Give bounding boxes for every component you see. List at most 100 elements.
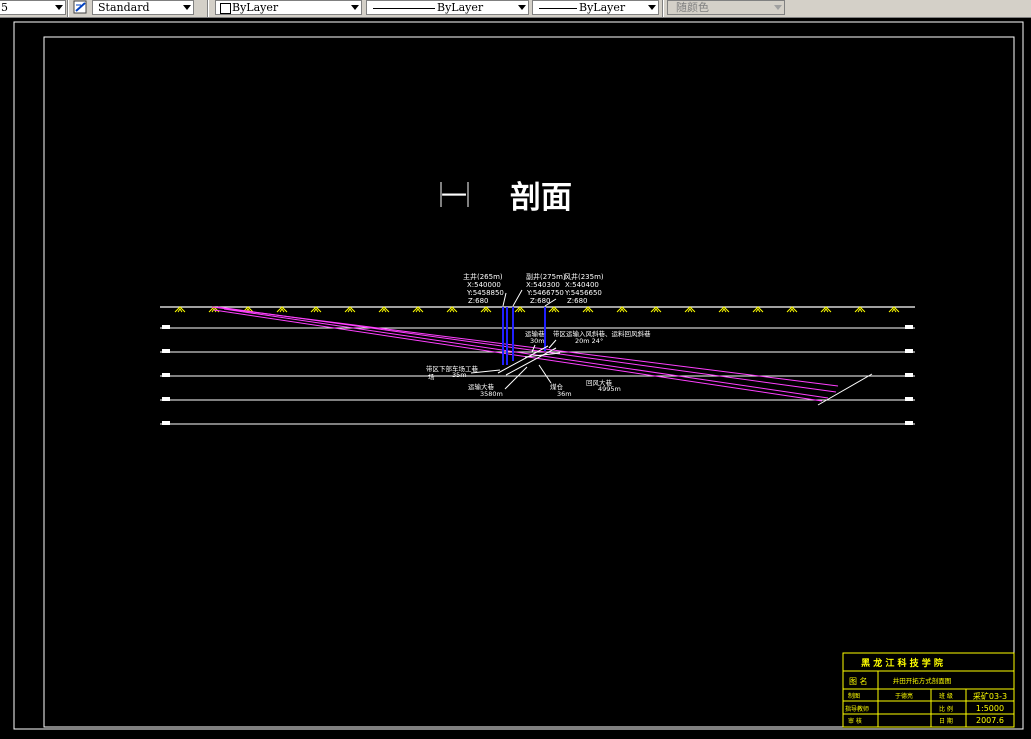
roadway-a-length: 30m [530,337,545,345]
drawing-canvas[interactable]: 一 剖面 主井(265m) X:540000 Y:5458850 Z:680 副… [0,17,1031,739]
leader-line [512,289,523,307]
ground-hatch-mark [174,306,186,313]
chevron-down-icon [774,5,782,10]
text-style-dropdown[interactable]: Standard [92,0,194,15]
roadway-f-length: 4995m [598,385,621,393]
title-block-text: 黑 龙 江 科 技 学 院 图 名 井田开拓方式剖面图 制图 于德亮 班 级 采… [845,657,1007,725]
ground-hatch-mark [854,306,866,313]
roadway-c-length: 35m [452,371,467,379]
class-value: 采矿03-3 [973,691,1007,701]
level-marker [162,397,170,401]
linetype-dropdown[interactable]: ByLayer [366,0,529,15]
level-marker [162,373,170,377]
air-shaft-name: 风井(235m) [564,272,604,281]
color-swatch-icon [220,3,231,14]
roadway-e-length: 36m [557,390,572,398]
ground-hatch-mark [616,306,628,313]
ground-hatch-mark [820,306,832,313]
roadway-c-sub: 场 [428,372,435,381]
level-marker [905,421,913,425]
reviewer-label: 审 核 [848,717,862,725]
linetype-sample-icon [373,8,435,9]
properties-toolbar: 5 Standard ByLayer ByLayer ByLayer 随颜色 [0,0,1031,18]
ground-hatch-mark [344,306,356,313]
ground-hatch-mark [480,306,492,313]
text-style-value: Standard [98,1,150,14]
level-marker [162,421,170,425]
scale-value: 1:5000 [976,704,1004,713]
left-dropdown-value: 5 [1,1,8,14]
leader-line [538,364,552,384]
scale-label: 比 例 [939,705,953,713]
date-label: 日 期 [939,717,953,725]
level-marker [162,349,170,353]
level-marker [905,325,913,329]
aux-shaft-name: 副井(275m) [526,272,566,281]
drawn-by-value: 于德亮 [895,692,913,700]
ground-hatch [174,306,900,313]
lineweight-dropdown[interactable]: ByLayer [532,0,659,15]
shaft-labels: 主井(265m) X:540000 Y:5458850 Z:680 副井(275… [463,272,604,305]
layer-color-dropdown[interactable]: ByLayer [215,0,362,15]
toolbar-separator [67,0,69,17]
chevron-down-icon [518,5,526,10]
drawing-name-label: 图 名 [849,676,868,686]
level-marker [905,397,913,401]
plot-style-dropdown[interactable]: 随颜色 [667,0,785,15]
layer-color-value: ByLayer [232,1,279,14]
chevron-down-icon [351,5,359,10]
lineweight-value: ByLayer [579,1,626,14]
ground-hatch-mark [786,306,798,313]
roadway-b-length: 20m 24° [575,337,603,345]
ground-hatch-mark [548,306,560,313]
left-dropdown[interactable]: 5 [0,0,66,15]
toolbar-separator [207,0,209,17]
class-label: 班 级 [939,692,953,700]
aux-shaft-y: Y:5466750 [526,289,564,297]
ground-hatch-mark [514,306,526,313]
school-name: 黑 龙 江 科 技 学 院 [861,657,943,669]
text-style-icon[interactable] [73,0,89,15]
main-shaft-name: 主井(265m) [463,272,503,281]
air-shaft-y: Y:5456650 [564,289,602,297]
drawing-name: 井田开拓方式剖面图 [893,676,952,685]
main-shaft-z: Z:680 [468,297,489,305]
ground-hatch-mark [684,306,696,313]
ground-hatch-mark [888,306,900,313]
linetype-value: ByLayer [437,1,484,14]
main-shaft-x: X:540000 [467,281,501,289]
drawn-by-label: 制图 [848,692,860,700]
main-shaft-y: Y:5458850 [466,289,504,297]
leader-line [504,366,528,390]
ground-hatch-mark [752,306,764,313]
aux-shaft-z: Z:680 [530,297,551,305]
ground-hatch-mark [446,306,458,313]
roadway-labels: 运输巷 30m 带区运输入风斜巷、运料回风斜巷 20m 24° 带区下部车场工巷… [426,329,651,398]
coal-seam-line [223,308,829,399]
aux-shaft-x: X:540300 [526,281,560,289]
coal-seams [211,306,839,402]
date-value: 2007.6 [976,716,1004,725]
plot-style-value: 随颜色 [676,1,709,14]
ground-hatch-mark [582,306,594,313]
level-marker [162,325,170,329]
air-shaft-x: X:540400 [565,281,599,289]
ground-hatch-mark [718,306,730,313]
ground-hatch-mark [310,306,322,313]
lineweight-sample-icon [539,8,577,9]
chevron-down-icon [183,5,191,10]
ground-hatch-mark [276,306,288,313]
roadway-d-length: 3580m [480,390,503,398]
level-marker [905,349,913,353]
level-marker [905,373,913,377]
drawing-border [43,36,1015,728]
ground-hatch-mark [378,306,390,313]
air-shaft-z: Z:680 [567,297,588,305]
leader-line [548,339,557,349]
toolbar-separator [662,0,664,17]
section-title: 剖面 [510,180,572,216]
coal-seam-line [213,309,823,402]
section-number: 一 [441,182,467,212]
ground-hatch-mark [412,306,424,313]
ground-hatch-mark [650,306,662,313]
